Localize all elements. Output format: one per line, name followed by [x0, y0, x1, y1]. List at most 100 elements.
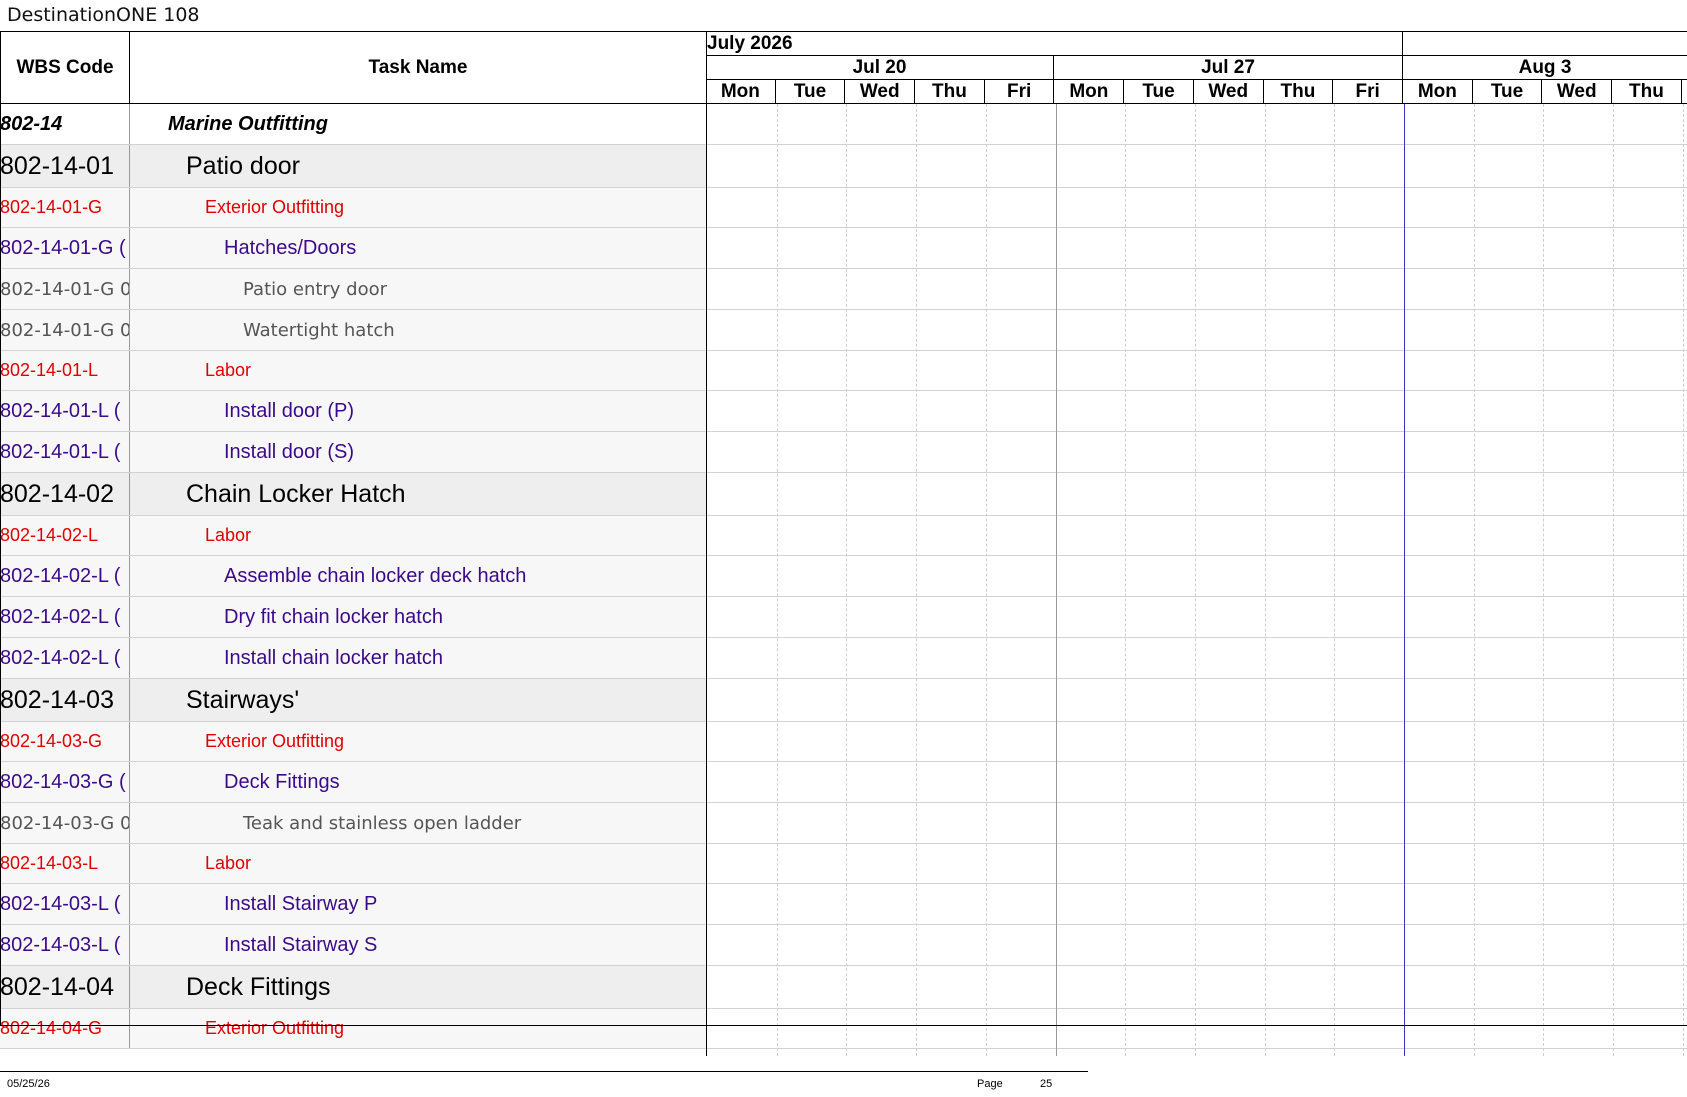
task-name-cell[interactable]: Labor [130, 844, 706, 883]
wbs-code-cell[interactable]: 802-14-03-L ( [0, 884, 130, 924]
wbs-code-cell[interactable]: 802-14-01-G 01 [0, 310, 130, 350]
table-row[interactable]: 802-14-03-G 01 Teak and stainless open la… [0, 803, 706, 844]
task-name-cell[interactable]: Hatches/Doors [130, 228, 706, 268]
task-name-cell[interactable]: Labor [130, 516, 706, 555]
footer-divider [0, 1071, 1088, 1072]
table-row[interactable]: 802-14-01-L (Install door (S) [0, 432, 706, 473]
task-name-cell[interactable]: Stairways' [130, 679, 706, 721]
grid-row-line [707, 802, 1687, 803]
task-name-column-header[interactable]: Task Name [130, 31, 707, 104]
week-label: Jul 27 [1054, 56, 1403, 80]
timeline-grid[interactable] [706, 104, 1687, 1056]
task-name-cell[interactable]: Install door (P) [130, 391, 706, 431]
grid-day-line [1613, 104, 1615, 1056]
grid-row-line [707, 431, 1687, 432]
table-row[interactable]: 802-14-01 Patio door [0, 145, 706, 188]
table-row[interactable]: 802-14-01-L Labor [0, 351, 706, 391]
table-row[interactable]: 802-14-01-G (Hatches/Doors [0, 228, 706, 269]
wbs-code-cell[interactable]: 802-14-02-L [0, 516, 130, 555]
grid-day-line [1264, 104, 1266, 1056]
task-name-cell[interactable]: Deck Fittings [130, 966, 706, 1008]
task-name-cell[interactable]: Exterior Outfitting [130, 1009, 706, 1048]
grid-row-line [707, 268, 1687, 269]
task-name-cell[interactable]: Install Stairway S [130, 925, 706, 965]
wbs-column-header[interactable]: WBS Code [0, 31, 130, 104]
table-row[interactable]: 802-14-03 Stairways' [0, 679, 706, 722]
task-name-cell[interactable]: Marine Outfitting [130, 104, 706, 144]
wbs-code-cell[interactable]: 802-14-03-G 01 [0, 803, 130, 843]
wbs-code-cell[interactable]: 802-14-03-L [0, 844, 130, 883]
footer-page-number: 25 [1040, 1078, 1053, 1090]
grid-day-line [1055, 104, 1057, 1056]
wbs-code-cell[interactable]: 802-14-01-L ( [0, 391, 130, 431]
grid-row-line [707, 761, 1687, 762]
table-row[interactable]: 802-14-02-L (Install chain locker hatch [0, 638, 706, 679]
table-row[interactable]: 802-14-02-L (Dry fit chain locker hatch [0, 597, 706, 638]
grid-day-line [1194, 104, 1196, 1056]
task-name-cell[interactable]: Install chain locker hatch [130, 638, 706, 678]
wbs-code-cell[interactable]: 802-14-02 [0, 473, 130, 515]
task-name-cell[interactable]: Patio door [130, 145, 706, 187]
table-row[interactable]: 802-14-02-L Labor [0, 516, 706, 556]
table-row[interactable]: 802-14-03-L (Install Stairway P [0, 884, 706, 925]
wbs-code-cell[interactable]: 802-14-02-L ( [0, 556, 130, 596]
grid-row-line [707, 678, 1687, 679]
table-row[interactable]: 802-14-03-G (Deck Fittings [0, 762, 706, 803]
grid-row-line [707, 144, 1687, 145]
table-row[interactable]: 802-14-02 Chain Locker Hatch [0, 473, 706, 516]
wbs-code-cell[interactable]: 802-14-01 [0, 145, 130, 187]
table-row[interactable]: 802-14-01-L (Install door (P) [0, 391, 706, 432]
wbs-code-cell[interactable]: 802-14-01-L ( [0, 432, 130, 472]
task-name-cell[interactable]: Exterior Outfitting [130, 722, 706, 761]
month-label-next [1403, 32, 1687, 56]
grid-row-line [707, 721, 1687, 722]
table-row[interactable]: 802-14-04-G Exterior Outfitting [0, 1009, 706, 1049]
table-row[interactable]: 802-14-02-L (Assemble chain locker deck … [0, 556, 706, 597]
grid-row-line [707, 472, 1687, 473]
week-label: Aug 3 [1518, 57, 1572, 78]
task-name-cell[interactable]: Watertight hatch [130, 310, 706, 350]
wbs-code-cell[interactable]: 802-14-02-L ( [0, 597, 130, 637]
wbs-code-cell[interactable]: 802-14-03 [0, 679, 130, 721]
task-name-cell[interactable]: Install Stairway P [130, 884, 706, 924]
table-row[interactable]: 802-14-04 Deck Fittings [0, 966, 706, 1009]
task-name-cell[interactable]: Labor [130, 351, 706, 390]
day-label: Wed [1542, 80, 1613, 104]
day-label: Fri [985, 80, 1055, 104]
table-row[interactable]: 802-14-01-G 01 Watertight hatch [0, 310, 706, 351]
wbs-code-cell[interactable]: 802-14-03-L ( [0, 925, 130, 965]
table-row[interactable]: 802-14-01-G Exterior Outfitting [0, 188, 706, 228]
wbs-code-cell[interactable]: 802-14-01-L [0, 351, 130, 390]
task-name-cell[interactable]: Assemble chain locker deck hatch [130, 556, 706, 596]
grid-row-line [707, 965, 1687, 966]
month-label: July 2026 [706, 32, 1403, 56]
day-row: Mon Tue Wed Thu Fri Mon Tue Wed Thu Fri Mon Tue Wed T… [706, 79, 1687, 104]
wbs-code-cell[interactable]: 802-14-03-G ( [0, 762, 130, 802]
wbs-code-cell[interactable]: 802-14-02-L ( [0, 638, 130, 678]
wbs-code-cell[interactable]: 802-14-01-G 01 [0, 269, 130, 309]
table-row[interactable]: 802-14 Marine Outfitting [0, 104, 706, 145]
task-name-cell[interactable]: Chain Locker Hatch [130, 473, 706, 515]
wbs-code-cell[interactable]: 802-14-04 [0, 966, 130, 1008]
wbs-code-cell[interactable]: 802-14-04-G [0, 1009, 130, 1048]
day-label: Mon [1403, 80, 1473, 104]
grid-day-line [1125, 104, 1127, 1056]
table-row[interactable]: 802-14-01-G 01 Patio entry door [0, 269, 706, 310]
task-name-cell[interactable]: Dry fit chain locker hatch [130, 597, 706, 637]
wbs-code-cell[interactable]: 802-14 [0, 104, 130, 144]
day-label: Wed [845, 80, 916, 104]
day-label: Mon [706, 80, 776, 104]
table-row[interactable]: 802-14-03-L Labor [0, 844, 706, 884]
timeline-header: July 2026 Jul 20 Jul 27 Aug 3 Mon Tue Wed T… [706, 31, 1687, 104]
task-name-cell[interactable]: Exterior Outfitting [130, 188, 706, 227]
task-name-cell[interactable]: Install door (S) [130, 432, 706, 472]
table-row[interactable]: 802-14-03-G Exterior Outfitting [0, 722, 706, 762]
task-name-cell[interactable]: Deck Fittings [130, 762, 706, 802]
grid-row-line [707, 390, 1687, 391]
wbs-code-cell[interactable]: 802-14-01-G ( [0, 228, 130, 268]
task-name-cell[interactable]: Teak and stainless open ladder [130, 803, 706, 843]
table-row[interactable]: 802-14-03-L (Install Stairway S [0, 925, 706, 966]
task-name-cell[interactable]: Patio entry door [130, 269, 706, 309]
wbs-code-cell[interactable]: 802-14-03-G [0, 722, 130, 761]
wbs-code-cell[interactable]: 802-14-01-G [0, 188, 130, 227]
